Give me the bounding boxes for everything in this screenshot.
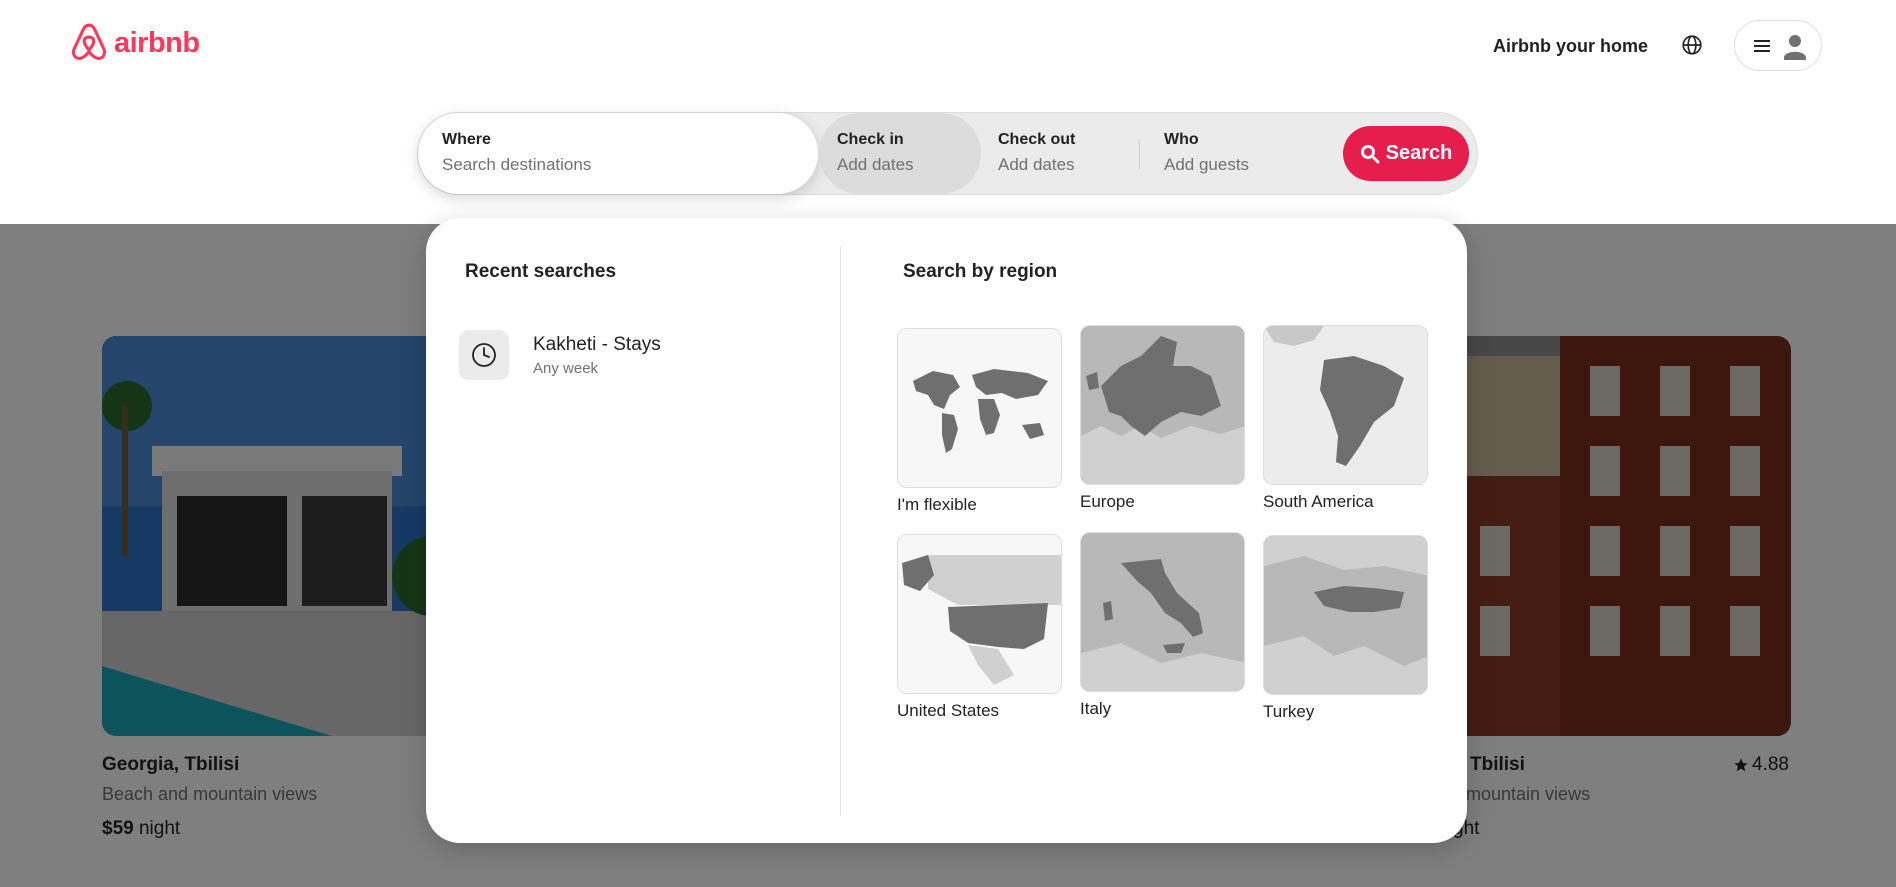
check-out-value: Add dates: [998, 155, 1075, 174]
region-europe[interactable]: Europe: [1080, 325, 1245, 512]
recent-search-title: Kakheti - Stays: [533, 333, 661, 355]
check-in-label: Check in: [837, 131, 904, 148]
airbnb-logo[interactable]: airbnb: [70, 22, 200, 64]
region-label: South America: [1263, 492, 1374, 511]
italy-map-image: [1080, 532, 1245, 692]
search-button-label: Search: [1385, 142, 1453, 164]
hamburger-menu-icon: [1754, 39, 1770, 52]
turkey-map-image: [1263, 535, 1428, 695]
clock-icon-box: [459, 330, 509, 380]
world-map-image: [897, 328, 1062, 488]
region-label: Italy: [1080, 699, 1112, 718]
check-out-label: Check out: [998, 131, 1076, 148]
check-out-field[interactable]: Check out Add dates: [998, 113, 1138, 194]
region-label: Turkey: [1263, 702, 1315, 721]
search-icon: [1360, 144, 1380, 163]
who-label: Who: [1164, 131, 1199, 148]
region-label: United States: [897, 701, 1000, 720]
user-avatar-icon: [1779, 29, 1811, 62]
airbnb-logo-icon: [71, 23, 107, 60]
europe-map-image: [1080, 325, 1245, 485]
south-america-map-image: [1263, 325, 1428, 485]
recent-searches-heading: Recent searches: [465, 261, 617, 282]
check-in-value: Add dates: [837, 155, 914, 174]
check-in-field[interactable]: Check in Add dates: [819, 113, 981, 194]
united-states-map-image: [897, 534, 1062, 694]
clock-icon: [472, 343, 496, 367]
where-input[interactable]: Search destinations: [442, 155, 818, 175]
where-label: Where: [442, 131, 491, 148]
field-divider: [1139, 139, 1140, 169]
where-field[interactable]: Where Search destinations: [418, 113, 818, 194]
panel-divider: [840, 246, 841, 816]
search-button[interactable]: Search: [1343, 126, 1469, 181]
who-field[interactable]: Who Add guests: [1164, 113, 1314, 194]
region-turkey[interactable]: Turkey: [1263, 535, 1428, 722]
region-flexible[interactable]: I'm flexible: [897, 328, 1062, 515]
who-value: Add guests: [1164, 155, 1250, 174]
region-label: I'm flexible: [897, 495, 977, 514]
region-label: Europe: [1080, 492, 1135, 511]
recent-search-item[interactable]: Kakheti - Stays Any week: [459, 330, 661, 380]
region-united-states[interactable]: United States: [897, 534, 1062, 721]
recent-search-subtitle: Any week: [533, 359, 599, 377]
logo-wordmark: airbnb: [114, 26, 200, 59]
destination-dropdown: Recent searches Kakheti - Stays Any week…: [426, 218, 1467, 843]
globe-icon[interactable]: [1681, 34, 1703, 56]
search-bar: Where Search destinations Check in Add d…: [417, 112, 1478, 195]
search-by-region-heading: Search by region: [903, 261, 1058, 282]
region-south-america[interactable]: South America: [1263, 325, 1428, 512]
user-menu-button[interactable]: [1734, 20, 1822, 71]
region-italy[interactable]: Italy: [1080, 532, 1245, 719]
airbnb-your-home-link[interactable]: Airbnb your home: [1493, 36, 1648, 57]
